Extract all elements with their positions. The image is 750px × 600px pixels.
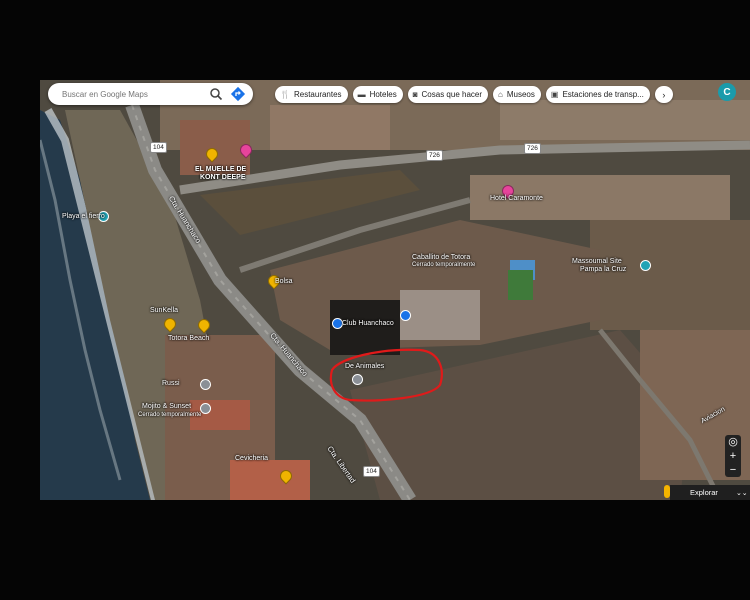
satellite-map[interactable]	[40, 80, 750, 500]
chevron-down-icon[interactable]: ⌄⌄	[736, 489, 748, 497]
poi-label: Hotel Caramonte	[490, 195, 543, 202]
poi-label: Playa el fierro	[62, 213, 105, 220]
chip-museos[interactable]: ⌂ Museos	[493, 86, 541, 103]
chip-label: Hoteles	[369, 90, 397, 99]
avatar[interactable]: C	[718, 83, 736, 101]
poi-label: Cevicheria	[235, 455, 269, 462]
place-pin[interactable]	[352, 374, 363, 385]
explore-bar[interactable]: Explorar ⌄⌄	[670, 485, 750, 500]
directions-icon[interactable]	[230, 86, 246, 102]
poi-label: SunKella	[150, 307, 179, 314]
category-chips: 🍴 Restaurantes ▬ Hoteles ◙ Cosas que hacer …	[275, 86, 673, 103]
poi-label: KONT DEEPE	[200, 174, 246, 181]
fork-knife-icon: 🍴	[280, 90, 290, 99]
poi-label: De Animales	[345, 363, 385, 370]
place-pin[interactable]	[200, 379, 211, 390]
chip-label: Restaurantes	[293, 90, 342, 99]
poi-label: Pampa la Cruz	[580, 266, 627, 273]
bus-icon: ▣	[550, 90, 559, 99]
poi-label: Russi	[162, 380, 180, 387]
compass-button[interactable]: ◎	[725, 435, 741, 449]
search-box[interactable]	[48, 83, 253, 105]
place-pin[interactable]	[200, 403, 211, 414]
search-input[interactable]	[60, 88, 204, 100]
zoom-in-button[interactable]: +	[725, 449, 741, 463]
poi-label: Club Huanchaco	[342, 320, 394, 327]
chips-next-button[interactable]: ›	[654, 86, 673, 103]
route-shield: 104	[150, 142, 167, 153]
poi-label: Massoumal Site	[572, 258, 622, 265]
poi-label: EL MUELLE DE	[195, 166, 247, 173]
map-screenshot[interactable]: 🍴Restaurantes ▬Hoteles ◙Cosas que hacer …	[40, 80, 750, 500]
bank-icon: ⌂	[498, 90, 503, 99]
search-icon[interactable]	[209, 87, 223, 101]
place-pin[interactable]	[400, 310, 411, 321]
camera-icon: ◙	[412, 90, 418, 99]
explore-label: Explorar	[690, 488, 718, 497]
poi-label: Totora Beach	[168, 335, 210, 342]
chip-cosas-que-hacer[interactable]: ◙ Cosas que hacer	[407, 86, 489, 103]
chip-hoteles[interactable]: ▬ Hoteles	[352, 86, 403, 103]
poi-label: Bolsa	[275, 278, 293, 285]
bed-icon: ▬	[357, 90, 366, 99]
zoom-controls: ◎ + −	[725, 435, 741, 477]
route-shield: 726	[524, 143, 541, 154]
place-pin[interactable]	[640, 260, 651, 271]
chip-label: Estaciones de transp...	[562, 90, 644, 99]
poi-label: Cerrado temporalmente	[138, 412, 202, 418]
chip-label: Museos	[506, 90, 535, 99]
chevron-right-icon: ›	[662, 89, 666, 100]
zoom-out-button[interactable]: −	[725, 463, 741, 477]
poi-label: Cerrado temporalmente	[412, 262, 476, 268]
route-shield: 104	[363, 466, 380, 477]
route-shield: 726	[426, 150, 443, 161]
chip-label: Cosas que hacer	[421, 90, 483, 99]
poi-label: Caballito de Totora	[412, 254, 471, 261]
chip-restaurantes[interactable]: 🍴 Restaurantes	[275, 86, 348, 103]
chip-estaciones[interactable]: ▣ Estaciones de transp...	[545, 86, 650, 103]
poi-label: Mojito & Sunset	[142, 403, 192, 410]
